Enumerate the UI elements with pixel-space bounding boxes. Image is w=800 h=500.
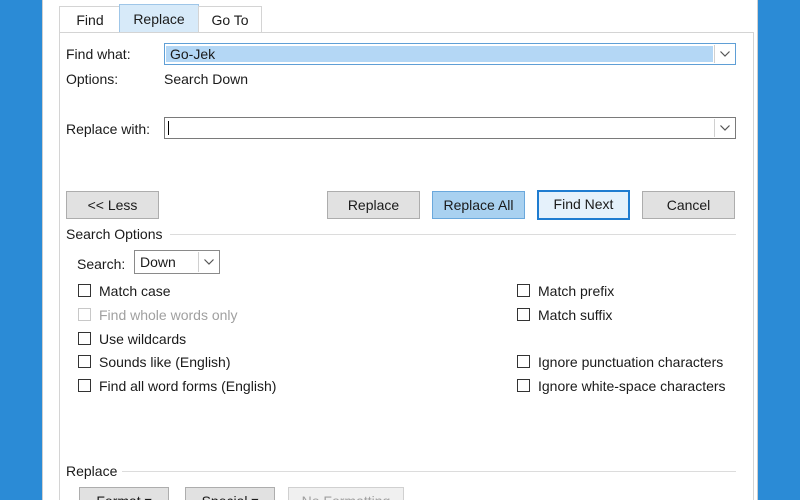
chevron-down-icon [719,125,730,131]
find-next-button[interactable]: Find Next [537,190,630,220]
replace-with-label: Replace with: [66,121,151,137]
match-case-checkbox[interactable] [78,284,91,297]
cancel-button[interactable]: Cancel [642,191,735,219]
use-wildcards-checkbox[interactable] [78,332,91,345]
search-direction-label: Search: [77,256,126,272]
word-forms-checkbox[interactable] [78,379,91,392]
sounds-like-checkbox[interactable] [78,355,91,368]
tab-replace[interactable]: Replace [119,4,199,33]
less-button[interactable]: << Less [66,191,159,219]
match-prefix-checkbox[interactable] [517,284,530,297]
sounds-like-label: Sounds like (English) [99,354,231,370]
replace-history-dropdown[interactable] [714,119,734,137]
match-case-label: Match case [99,283,171,299]
replace-all-button[interactable]: Replace All [432,191,525,219]
ignore-punctuation-checkbox[interactable] [517,355,530,368]
text-caret [168,121,169,135]
match-suffix-label: Match suffix [538,307,613,323]
options-value: Search Down [164,71,249,87]
replace-tab-pane: Find what: Go-Jek Options: Search Down R… [59,32,754,500]
format-button[interactable]: Format ▾ [79,487,169,500]
replace-section-heading: Replace [66,463,118,479]
find-replace-dialog: Find Replace Go To Find what: Go-Jek Opt… [42,0,758,500]
replace-section-divider [122,471,736,472]
word-forms-label: Find all word forms (English) [99,378,277,394]
match-prefix-label: Match prefix [538,283,615,299]
whole-words-label: Find whole words only [99,307,238,323]
options-label: Options: [66,71,119,87]
whole-words-checkbox [78,308,91,321]
search-direction-select[interactable]: Down [134,250,220,274]
chevron-down-icon [719,51,730,57]
use-wildcards-label: Use wildcards [99,331,187,347]
find-history-dropdown[interactable] [714,45,734,63]
find-what-input[interactable]: Go-Jek [164,43,736,65]
find-what-value: Go-Jek [166,46,713,62]
search-direction-value: Down [140,254,176,270]
no-formatting-button: No Formatting [288,487,404,500]
search-direction-dropdown[interactable] [198,252,218,272]
search-options-heading: Search Options [66,226,163,242]
ignore-punctuation-label: Ignore punctuation characters [538,354,724,370]
ignore-whitespace-checkbox[interactable] [517,379,530,392]
tab-goto[interactable]: Go To [198,6,262,33]
search-options-divider [170,234,736,235]
match-suffix-checkbox[interactable] [517,308,530,321]
tab-find[interactable]: Find [59,6,121,33]
special-button[interactable]: Special ▾ [185,487,275,500]
chevron-down-icon [203,259,214,265]
find-what-label: Find what: [66,46,131,62]
replace-button[interactable]: Replace [327,191,420,219]
replace-with-input[interactable] [164,117,736,139]
ignore-whitespace-label: Ignore white-space characters [538,378,726,394]
